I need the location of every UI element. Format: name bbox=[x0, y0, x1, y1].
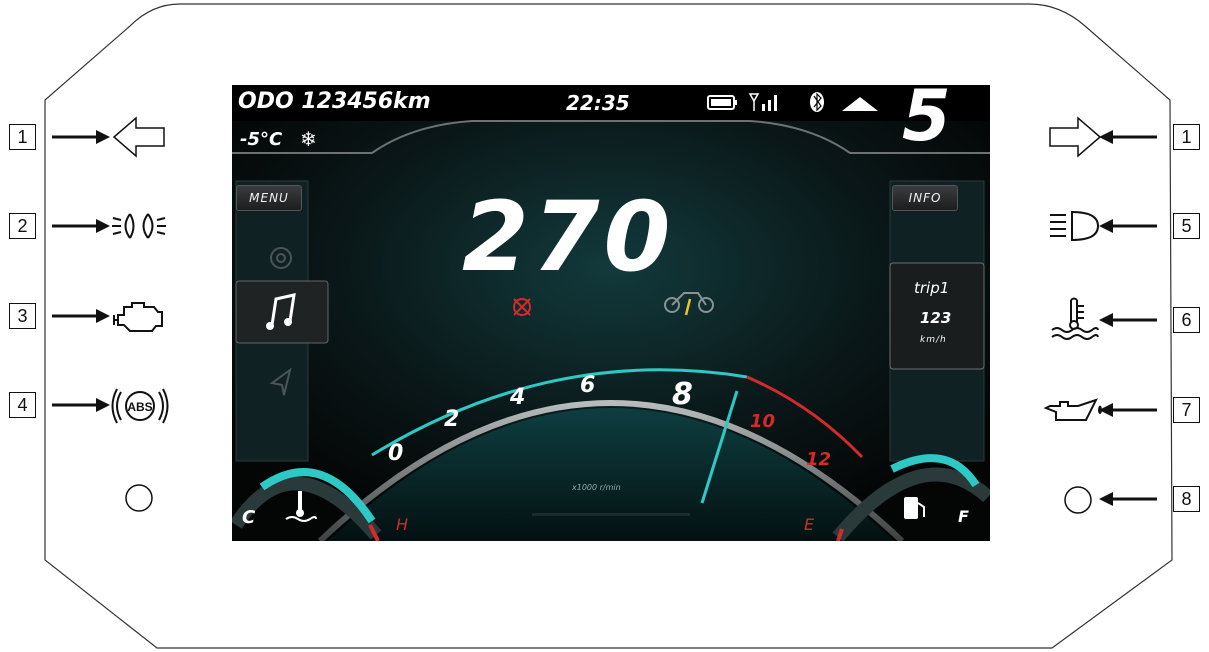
dashboard-screen: ODO 123456km 22:35 -5°C ❄ 5 MENU INFO tr… bbox=[232, 85, 990, 541]
callout-2: 2 bbox=[9, 213, 36, 239]
snowflake-icon: ❄ bbox=[300, 127, 317, 151]
svg-text:ABS: ABS bbox=[127, 400, 152, 414]
fuel-empty-label: E bbox=[804, 515, 815, 534]
fuel-full-label: F bbox=[958, 507, 969, 526]
outside-temperature: -5°C bbox=[240, 129, 283, 150]
oil-pressure-icon bbox=[1043, 398, 1102, 421]
odometer-readout: ODO 123456km bbox=[238, 89, 431, 114]
callout-1-left: 1 bbox=[9, 124, 36, 150]
abs-icon: ABS bbox=[111, 388, 169, 424]
tach-tick-red: 10 bbox=[750, 411, 776, 432]
callout-5: 5 bbox=[1173, 213, 1200, 239]
menu-button[interactable]: MENU bbox=[236, 185, 302, 211]
tach-tick: 4 bbox=[510, 385, 526, 410]
clock-readout: 22:35 bbox=[566, 91, 630, 115]
engine-check-icon bbox=[113, 302, 163, 332]
tach-unit: x1000 r/min bbox=[572, 483, 621, 492]
callout-6: 6 bbox=[1173, 307, 1200, 333]
trip-value: 123 bbox=[920, 309, 952, 327]
right-round-indicator bbox=[1064, 486, 1092, 514]
tach-tick: 6 bbox=[580, 373, 596, 398]
position-lights-icon bbox=[112, 213, 166, 239]
temp-cold-label: C bbox=[242, 507, 256, 528]
gear-indicator: 5 bbox=[902, 85, 951, 157]
callout-1-right: 1 bbox=[1173, 124, 1200, 150]
tach-tick: 8 bbox=[672, 377, 693, 412]
turn-right-arrow-icon bbox=[1049, 116, 1102, 158]
info-button[interactable]: INFO bbox=[892, 185, 958, 211]
left-round-indicator bbox=[125, 484, 153, 512]
tach-tick-red: 12 bbox=[806, 449, 832, 470]
coolant-temperature-icon bbox=[1051, 297, 1099, 340]
speed-readout: 270 bbox=[462, 181, 675, 293]
callout-3: 3 bbox=[9, 303, 36, 329]
temp-hot-label: H bbox=[396, 515, 409, 534]
dashboard-artwork bbox=[232, 85, 990, 541]
trip-unit: km/h bbox=[920, 335, 947, 345]
callout-7: 7 bbox=[1173, 397, 1200, 423]
callout-4: 4 bbox=[9, 392, 36, 418]
high-beam-icon bbox=[1050, 210, 1100, 242]
tach-tick: 2 bbox=[444, 407, 460, 432]
turn-left-arrow-icon bbox=[112, 116, 165, 158]
music-tab[interactable] bbox=[236, 281, 328, 343]
callout-8: 8 bbox=[1173, 486, 1200, 512]
trip-name: trip1 bbox=[914, 279, 950, 297]
tach-tick: 0 bbox=[388, 441, 404, 466]
